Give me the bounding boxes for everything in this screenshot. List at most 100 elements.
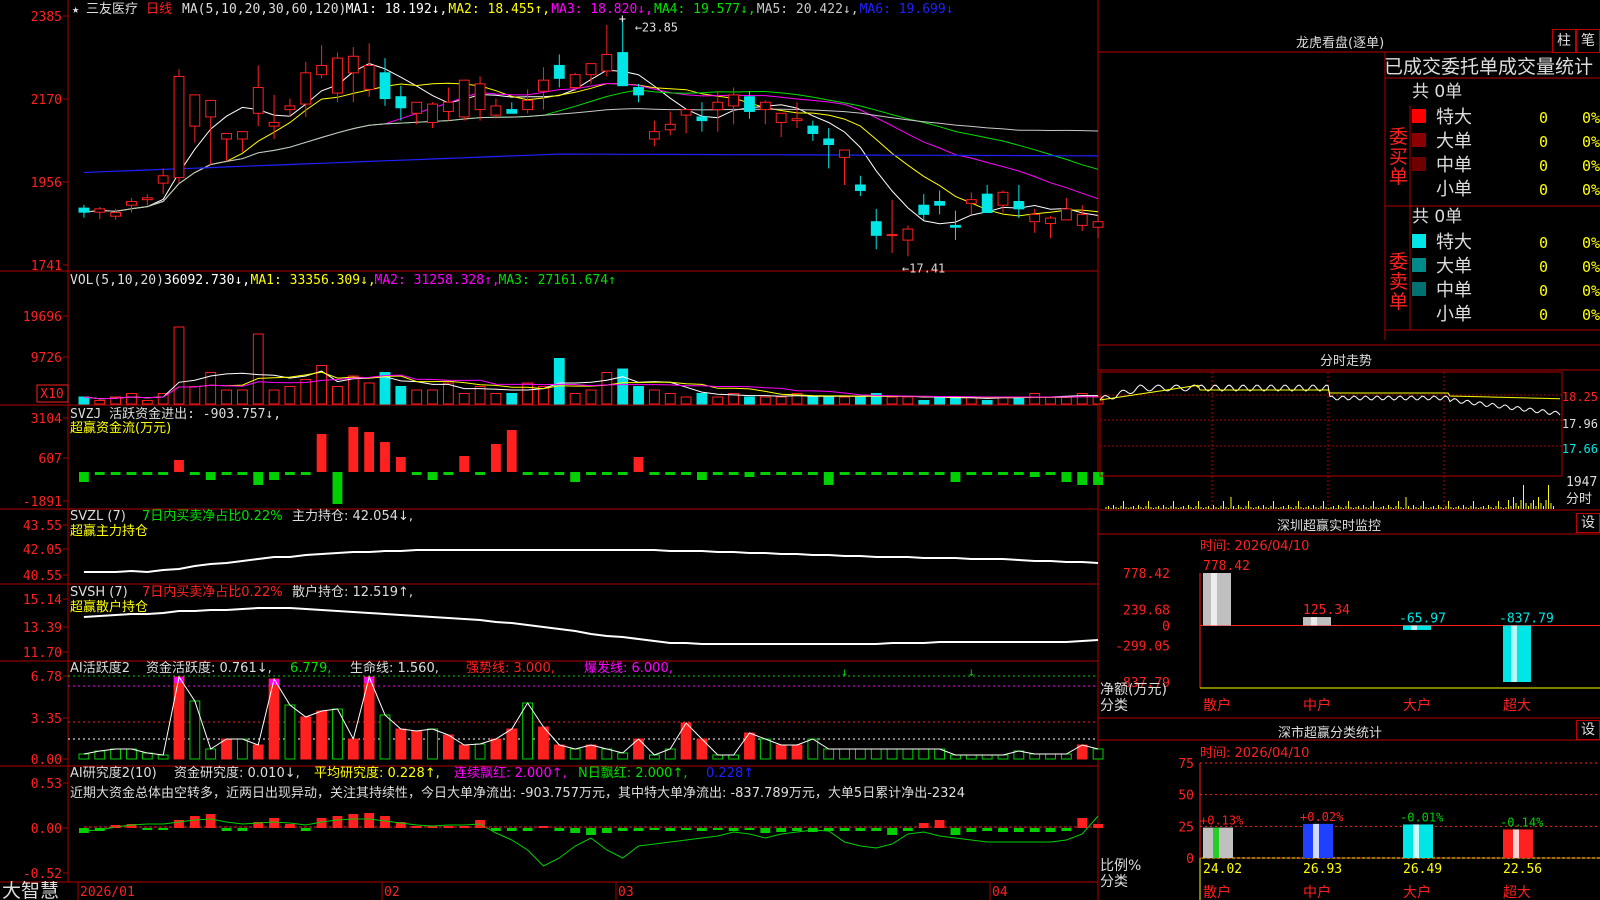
- airs-header-2: 平均研究度: 0.228↑,: [314, 765, 440, 781]
- candle-body: [458, 79, 470, 118]
- ai-bar: [823, 748, 835, 760]
- candle-body: [1013, 201, 1025, 210]
- svzj-bar: [871, 472, 882, 475]
- lhb-sell-row-pct-1: 0%: [1582, 258, 1600, 276]
- monitor-settings-button[interactable]: 设: [1576, 513, 1600, 533]
- ai-header-2: 6.779,: [290, 661, 331, 676]
- svzj-bar: [411, 472, 422, 475]
- ai-bar: [284, 704, 296, 760]
- vol-ytick-1: 9726: [31, 351, 62, 366]
- svzj-bar: [1029, 472, 1040, 477]
- ai-header-0: AI活跃度2: [70, 660, 130, 676]
- classify-settings-button[interactable]: 设: [1576, 720, 1600, 740]
- lhb-sell-row-label-2: 中单: [1436, 280, 1472, 301]
- svzj-bar: [126, 472, 137, 475]
- vol-header-0: VOL(5,10,20): [70, 273, 164, 288]
- airs-bar: [1061, 828, 1072, 831]
- vol-bar: [553, 358, 565, 405]
- candle-body: [1060, 208, 1072, 221]
- candle-body: [141, 197, 153, 201]
- airs-ytick-1: 0.00: [31, 822, 62, 837]
- ai-bar: [268, 678, 280, 760]
- svzj-bar: [839, 472, 850, 475]
- airs-bar: [237, 828, 248, 831]
- candle-body: [997, 191, 1009, 206]
- candle-body: [1045, 217, 1056, 225]
- vol-bar: [601, 372, 613, 405]
- svzj-bar: [1077, 472, 1088, 485]
- ai-bar: [173, 676, 185, 760]
- lhb-sell-row-label-3: 小单: [1436, 304, 1472, 325]
- svzl-subtitle: 超赢主力持仓: [70, 523, 148, 539]
- ai-bar: [965, 754, 977, 760]
- svzj-bar: [1045, 472, 1056, 475]
- fenshi-price-1: 17.96: [1562, 417, 1598, 431]
- ai-bar: [316, 710, 328, 760]
- brand-logo: 大智慧: [2, 880, 59, 900]
- vol-bar: [78, 396, 90, 405]
- tick-mode-button[interactable]: 笔: [1576, 29, 1600, 53]
- airs-bar: [348, 814, 359, 828]
- ai-bar: [300, 716, 312, 760]
- candle-body: [664, 123, 676, 131]
- vol-bar: [585, 389, 597, 405]
- candle-body: [284, 105, 296, 111]
- ai-bar: [347, 738, 359, 760]
- airs-header-3: 连续飘红: 2.000↑,: [454, 765, 567, 781]
- vol-bar: [807, 396, 819, 405]
- ai-bar: [918, 748, 930, 760]
- lhb-sell-swatch-3: [1412, 306, 1426, 320]
- svzj-bar: [285, 472, 295, 475]
- high-price-label: ←23.85: [635, 21, 678, 35]
- ai-bar: [1092, 748, 1104, 760]
- price-header-5: MA5: 20.422↓,: [757, 2, 859, 17]
- vol-bar: [633, 386, 644, 405]
- svsh-header-2: 散户持仓: 12.519↑,: [292, 584, 413, 600]
- airs-header-0: AI研究度2(10): [70, 765, 157, 781]
- airs-bar: [744, 828, 755, 830]
- svzj-subtitle: 超赢资金流(万元): [70, 420, 171, 436]
- vol-bar: [347, 375, 359, 405]
- vol-bar: [442, 382, 454, 405]
- ai-header-3: 生命线: 1.560,: [350, 660, 439, 676]
- bar-mode-button[interactable]: 柱: [1552, 29, 1576, 53]
- vol-bar: [332, 386, 343, 405]
- candle-body: [585, 63, 597, 76]
- monitor-value-label-2: -65.97: [1399, 611, 1446, 626]
- vol-bar: [981, 400, 993, 405]
- candle-body: [157, 175, 169, 184]
- monitor-value-label-3: -837.79: [1499, 611, 1554, 626]
- vol-bar: [268, 389, 280, 405]
- svzj-bar: [982, 472, 993, 475]
- svzj-bar: [380, 442, 390, 472]
- vol-bar: [427, 389, 438, 405]
- candle-body: [744, 96, 755, 112]
- lhb-tabs[interactable]: 已成交委托单成交量统计: [1384, 52, 1593, 79]
- vol-bar: [696, 393, 708, 405]
- lhb-sell-label-1: 卖: [1389, 271, 1408, 293]
- vol-bar: [1076, 393, 1088, 405]
- vol-bar: [680, 396, 692, 405]
- stock-chart-main[interactable]: ★ 三友医疗 日线 MA(5,10,20,30,60,120) MA1: 18.192↓…: [0, 0, 1600, 900]
- lhb-sell-row-pct-2: 0%: [1582, 282, 1600, 300]
- svzj-bar: [158, 472, 169, 475]
- vol-bar: [918, 400, 930, 405]
- candle-body: [252, 87, 264, 114]
- lhb-buy-swatch-3: [1412, 181, 1426, 195]
- svzj-bar: [364, 432, 375, 472]
- svzj-bar: [110, 472, 121, 475]
- svzj-bar: [823, 472, 834, 485]
- vol-bar: [854, 396, 866, 405]
- ai-bar: [839, 748, 850, 760]
- vol-bar: [1060, 396, 1072, 405]
- ai-bar: [157, 754, 169, 760]
- classify-ytick-2: 25: [1178, 820, 1194, 835]
- svzj-bar: [443, 472, 454, 475]
- lhb-sell-row-count-2: 0: [1539, 282, 1548, 300]
- airs-bar: [158, 828, 169, 830]
- svzj-bar: [950, 472, 961, 482]
- svzj-bar: [316, 434, 327, 472]
- lhb-buy-row-count-2: 0: [1539, 157, 1548, 175]
- ai-bar: [1045, 753, 1056, 760]
- monitor-ytick-0: 778.42: [1123, 567, 1170, 582]
